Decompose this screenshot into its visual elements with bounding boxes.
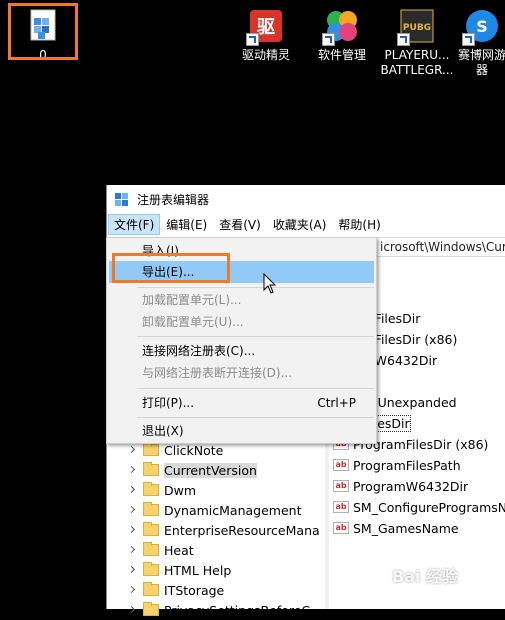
chevron-right-icon[interactable] <box>129 526 137 534</box>
chevron-right-icon[interactable] <box>129 586 137 594</box>
driver-genius-icon: 驱 <box>246 8 284 46</box>
game-accelerator-icon: S <box>462 8 500 46</box>
pubg-icon: PUBG <box>397 8 435 46</box>
watermark: Bai 经验 <box>392 567 459 586</box>
menu-item-disconnect-network-registry[interactable]: 与网络注册表断开连接(D)... <box>109 362 374 384</box>
string-value-icon: ab <box>333 459 349 471</box>
desktop-icon-label: 软件管理 <box>317 48 366 62</box>
menu-separator <box>137 417 374 418</box>
folder-icon <box>143 502 159 516</box>
chevron-right-icon[interactable] <box>129 506 137 514</box>
tree-item[interactable]: ITStorage <box>107 580 224 600</box>
desktop-icon-label: PLAYERU... BATTLEGR... <box>380 48 454 77</box>
tree-item-selected[interactable]: CurrentVersion <box>107 460 257 480</box>
tree-item[interactable]: Heat <box>107 540 194 560</box>
print-shortcut: Ctrl+P <box>317 396 356 410</box>
chevron-right-icon[interactable] <box>129 606 137 614</box>
chevron-right-icon[interactable] <box>129 446 137 454</box>
title-bar[interactable]: 注册表编辑器 <box>107 185 505 214</box>
folder-icon <box>143 602 159 616</box>
chevron-right-icon[interactable] <box>129 566 137 574</box>
folder-icon <box>143 462 159 476</box>
tree-item[interactable]: EnterpriseResourceMana <box>107 520 320 540</box>
menu-edit[interactable]: 编辑(E) <box>160 214 213 235</box>
folder-icon <box>143 522 159 536</box>
menu-separator <box>137 336 374 337</box>
menu-view[interactable]: 查看(V) <box>213 214 267 235</box>
shortcut-arrow-icon <box>462 33 475 46</box>
window-title: 注册表编辑器 <box>137 193 210 207</box>
tree-item[interactable]: DynamicManagement <box>107 500 301 520</box>
shortcut-arrow-icon <box>246 33 259 46</box>
menu-bar: 文件(F) 编辑(E) 查看(V) 收藏夹(A) 帮助(H) <box>107 213 505 235</box>
export-highlight-box <box>112 253 230 283</box>
desktop-icon-label: 赛博网游器 <box>457 48 505 77</box>
desktop-selection-highlight <box>8 3 78 60</box>
value-row[interactable]: ab ProgramFilesPath <box>333 455 461 475</box>
svg-text:S: S <box>476 17 488 36</box>
menu-item-load-hive[interactable]: 加载配置单元(L)... <box>109 289 374 311</box>
menu-item-connect-network-registry[interactable]: 连接网络注册表(C)... <box>109 340 374 362</box>
folder-icon <box>143 542 159 556</box>
menu-favorites[interactable]: 收藏夹(A) <box>267 214 333 235</box>
menu-separator <box>137 388 374 389</box>
value-row[interactable]: ab SM_GamesName <box>333 518 459 538</box>
svg-text:PUBG: PUBG <box>403 23 431 33</box>
menu-item-unload-hive[interactable]: 卸载配置单元(U)... <box>109 311 374 333</box>
address-bar[interactable]: icrosoft\Windows\Curr <box>375 237 505 257</box>
software-manager-icon <box>322 8 360 46</box>
shortcut-arrow-icon <box>322 33 335 46</box>
menu-item-print[interactable]: 打印(P)... Ctrl+P <box>109 392 374 414</box>
folder-icon <box>143 482 159 496</box>
desktop-icon-driver-genius[interactable]: 驱 驱动精灵 <box>231 8 301 63</box>
tree-item[interactable]: HTML Help <box>107 560 231 580</box>
menu-separator <box>137 287 374 288</box>
svg-text:驱: 驱 <box>257 17 275 38</box>
tree-item[interactable]: PrivacySettingsBeforeC <box>107 600 310 620</box>
value-row[interactable]: ab ProgramW6432Dir <box>333 476 468 496</box>
string-value-icon: ab <box>333 480 349 492</box>
menu-file[interactable]: 文件(F) <box>108 213 161 235</box>
string-value-icon: ab <box>333 501 349 513</box>
desktop-icon-pubg[interactable]: PUBG PLAYERU... BATTLEGR... <box>380 8 454 78</box>
mouse-cursor-icon <box>263 273 277 294</box>
chevron-right-icon[interactable] <box>129 546 137 554</box>
folder-icon <box>143 562 159 576</box>
menu-item-exit[interactable]: 退出(X) <box>109 420 374 442</box>
string-value-icon: ab <box>333 522 349 534</box>
regedit-app-icon <box>115 192 129 207</box>
desktop-icon-game-accelerator[interactable]: S 赛博网游器 <box>454 8 505 78</box>
chevron-right-icon[interactable] <box>129 486 137 494</box>
chevron-right-icon[interactable] <box>129 466 137 474</box>
folder-icon <box>143 582 159 596</box>
folder-icon <box>143 442 159 456</box>
menu-help[interactable]: 帮助(H) <box>332 214 386 235</box>
desktop-icon-label: 驱动精灵 <box>241 48 290 62</box>
desktop-icon-software-manager[interactable]: 软件管理 <box>307 8 377 63</box>
tree-item[interactable]: Dwm <box>107 480 196 500</box>
value-row[interactable]: ab SM_ConfigureProgramsNa <box>333 497 505 517</box>
shortcut-arrow-icon <box>397 33 410 46</box>
